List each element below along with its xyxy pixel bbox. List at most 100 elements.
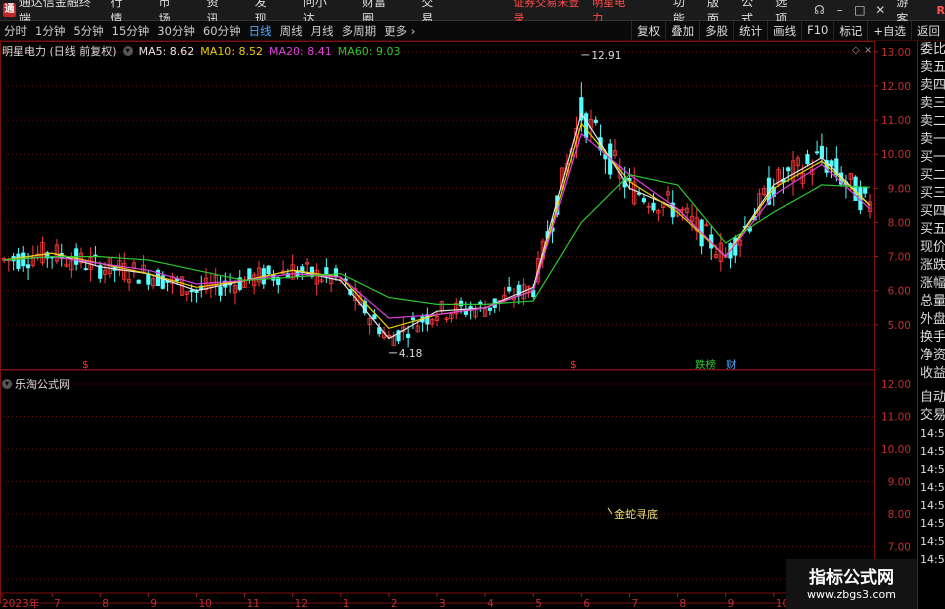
close-icon: × [864,45,872,56]
side-item[interactable]: 收益 [918,365,945,383]
overlay-button[interactable]: 叠加 [665,21,699,41]
x-tick-label: 3 [439,598,446,609]
r-badge: R [936,3,945,17]
candle-body [819,145,824,158]
period-multi[interactable]: 多周期 [338,23,381,39]
side-item[interactable]: 买二 [918,167,945,185]
y-tick-label: 10.00 [881,149,911,161]
f10-button[interactable]: F10 [801,21,833,41]
candle-body [136,279,141,284]
period-30min[interactable]: 30分钟 [153,23,199,39]
side-item[interactable]: 买五 [918,221,945,239]
side-item[interactable]: 涨跌 [918,257,945,275]
x-tick-label: 8 [102,598,109,609]
side-item[interactable]: 卖五 [918,59,945,77]
high-label: 12.91 [591,50,621,62]
ma5-label: MA5: 8.62 [138,44,195,58]
chevron-down-icon[interactable]: ▾ [122,46,133,56]
period-toolbar: 分时 1分钟 5分钟 15分钟 30分钟 60分钟 日线 周线 月线 多周期 更… [0,21,945,41]
trade-time: 14:56 [920,481,945,494]
collapse-icon: ◇ [852,45,860,56]
mark-button[interactable]: 标记 [833,21,867,41]
y-tick-label: 10.00 [881,444,911,456]
side-item[interactable]: 外盘 [918,311,945,329]
period-daily[interactable]: 日线 [245,23,276,39]
signal-arrow [607,507,613,515]
candle-body [247,268,252,280]
side-item[interactable]: 换手 [918,329,945,347]
period-1min[interactable]: 1分钟 [31,23,69,39]
candlesticks [1,82,873,348]
trade-time: 14:56 [920,463,945,476]
candle-body [786,167,791,172]
candle-body [478,301,483,305]
stock-title: 明星电力 (日线 前复权) [2,45,117,58]
main-panel-header: 明星电力 (日线 前复权) ▾ MA5: 8.62 MA10: 8.52 MA2… [2,43,400,59]
x-tick-label: 10 [198,598,211,609]
x-tick-label: 7 [631,598,638,609]
y-tick-label: 8.00 [888,217,911,229]
x-tick-label: 8 [680,598,687,609]
minimize-icon[interactable]: – [830,3,850,17]
ranking-marker: 跌榜 [695,358,716,371]
candle-body [189,290,194,293]
candle-body [584,113,589,138]
side-item[interactable]: 涨幅 [918,275,945,293]
dividend-marker: $ [570,359,577,371]
candle-body [324,267,329,276]
chevron-down-icon[interactable]: ▾ [2,379,12,389]
side-item[interactable]: 现价 [918,239,945,257]
period-15min[interactable]: 15分钟 [108,23,154,39]
help-icon[interactable]: ☊ [809,3,829,17]
side-item[interactable]: 卖三 [918,95,945,113]
candle-body [593,119,598,124]
x-tick-label: 1 [343,598,350,609]
side-item[interactable]: 买一 [918,149,945,167]
ma20-label: MA20: 8.41 [269,44,332,58]
period-monthly[interactable]: 月线 [307,23,338,39]
trade-time: 14:56 [920,499,945,512]
moving-average-lines [3,111,871,340]
y-tick-label: 9.00 [888,183,911,195]
period-more[interactable]: 更多 [380,23,419,39]
ma10-label: MA10: 8.52 [200,44,264,58]
candle-body [25,264,31,269]
maximize-icon[interactable]: □ [850,3,870,17]
x-tick-label: 4 [487,598,494,609]
period-60min[interactable]: 60分钟 [199,23,245,39]
side-item[interactable]: 总量 [918,293,945,311]
side-item[interactable]: 委比 [918,41,945,59]
close-icon[interactable]: ✕ [870,3,890,17]
y-tick-label: 5.00 [888,320,911,332]
multi-stock-button[interactable]: 多股 [699,21,733,41]
side-item-trade[interactable]: 自动 [918,389,945,407]
trade-time: 14:56 [920,427,945,440]
period-5min[interactable]: 5分钟 [69,23,107,39]
draw-button[interactable]: 画线 [767,21,801,41]
trade-time: 14:56 [920,517,945,530]
side-item[interactable]: 买三 [918,185,945,203]
candle-body [372,314,377,320]
x-tick-label: 7 [54,598,61,609]
side-item[interactable]: 卖一 [918,131,945,149]
period-intraday[interactable]: 分时 [0,23,31,39]
stats-button[interactable]: 统计 [733,21,767,41]
y-tick-label: 9.00 [888,477,911,489]
side-item[interactable]: 净资 [918,347,945,365]
signal-label: 金蛇寻底 [614,507,658,521]
adjust-button[interactable]: 复权 [631,21,665,41]
period-weekly[interactable]: 周线 [276,23,307,39]
candle-body [146,273,151,285]
candle-body [218,286,223,296]
side-item-trade[interactable]: 交易 [918,407,945,425]
side-item[interactable]: 卖四 [918,77,945,95]
side-item[interactable]: 买四 [918,203,945,221]
side-item[interactable]: 卖二 [918,113,945,131]
candle-body [266,265,271,275]
add-watchlist-button[interactable]: +自选 [867,21,911,41]
candle-body [863,187,868,194]
x-tick-label: 9 [150,598,157,609]
kline-chart[interactable]: 13.00 12.00 11.00 10.00 9.00 8.00 7.00 6.00 5.00… [0,41,917,609]
back-button[interactable]: 返回 [911,21,945,41]
sub-panel-border [0,369,875,604]
